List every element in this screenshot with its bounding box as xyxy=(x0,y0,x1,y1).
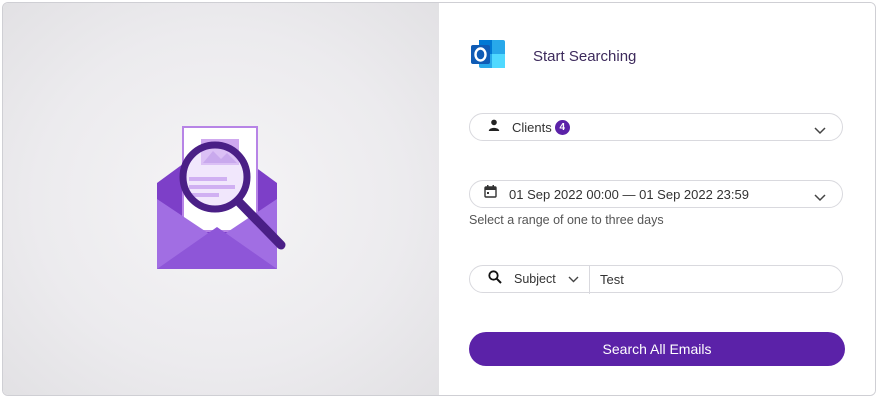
app-window: Start Searching Clients 4 01 Sep 2022 00… xyxy=(2,2,876,396)
date-range-picker[interactable]: 01 Sep 2022 00:00 — 01 Sep 2022 23:59 xyxy=(469,180,843,208)
search-icon xyxy=(488,269,502,289)
calendar-icon xyxy=(484,185,497,203)
illustration-panel xyxy=(3,3,439,395)
chevron-down-icon[interactable] xyxy=(568,270,579,288)
clients-label: Clients xyxy=(512,119,552,135)
search-field-select[interactable]: Subject xyxy=(514,272,556,286)
date-range-value: 01 Sep 2022 00:00 — 01 Sep 2022 23:59 xyxy=(509,186,749,202)
date-range-hint: Select a range of one to three days xyxy=(469,213,664,227)
chevron-down-icon xyxy=(814,189,826,207)
search-input[interactable]: Test xyxy=(600,272,624,287)
person-icon xyxy=(488,118,500,136)
outlook-icon xyxy=(469,37,507,76)
clients-count-badge: 4 xyxy=(554,119,570,135)
form-header: Start Searching xyxy=(469,37,636,76)
page-title: Start Searching xyxy=(533,48,637,65)
envelope-search-illustration xyxy=(151,121,291,276)
search-all-emails-button[interactable]: Search All Emails xyxy=(469,332,845,366)
chevron-down-icon xyxy=(814,122,826,140)
search-form-panel: Start Searching Clients 4 01 Sep 2022 00… xyxy=(439,3,875,395)
search-divider xyxy=(589,266,590,294)
clients-dropdown[interactable]: Clients 4 xyxy=(469,113,843,141)
search-bar: Subject Test xyxy=(469,265,843,294)
